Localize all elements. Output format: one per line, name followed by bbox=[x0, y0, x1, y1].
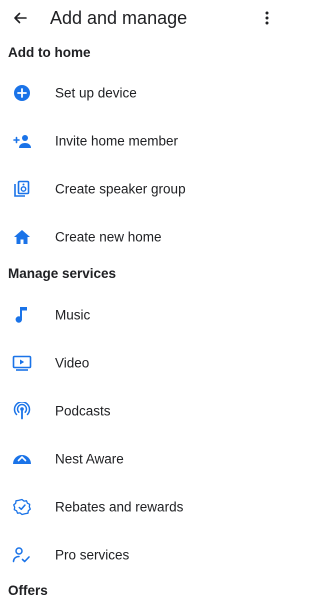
list-item-label: Invite home member bbox=[55, 133, 179, 149]
list-item-label: Music bbox=[55, 307, 91, 323]
back-button[interactable] bbox=[8, 6, 32, 30]
list-item-music[interactable]: Music bbox=[0, 297, 283, 333]
list-item-set-up-device[interactable]: Set up device bbox=[0, 75, 283, 111]
more-vert-icon bbox=[265, 11, 269, 25]
section-header-offers: Offers bbox=[8, 583, 48, 598]
add-circle-icon bbox=[12, 83, 32, 103]
top-app-bar: Add and manage bbox=[0, 0, 283, 36]
pro-services-icon bbox=[12, 545, 32, 565]
nest-aware-icon bbox=[12, 449, 32, 469]
list-item-invite-home-member[interactable]: Invite home member bbox=[0, 123, 283, 159]
speaker-group-icon bbox=[12, 179, 32, 199]
back-arrow-icon bbox=[14, 12, 27, 24]
list-item-label: Set up device bbox=[55, 85, 137, 101]
list-item-create-speaker-group[interactable]: Create speaker group bbox=[0, 171, 283, 207]
list-item-label: Nest Aware bbox=[55, 451, 124, 467]
video-icon bbox=[12, 353, 32, 373]
section-header-add-to-home: Add to home bbox=[8, 45, 91, 60]
list-item-pro-services[interactable]: Pro services bbox=[0, 537, 283, 573]
person-add-icon bbox=[12, 131, 32, 151]
rebates-icon bbox=[12, 497, 32, 517]
list-item-video[interactable]: Video bbox=[0, 345, 283, 381]
podcast-icon bbox=[12, 401, 32, 421]
list-item-label: Create speaker group bbox=[55, 181, 186, 197]
list-item-podcasts[interactable]: Podcasts bbox=[0, 393, 283, 429]
list-item-rebates-and-rewards[interactable]: Rebates and rewards bbox=[0, 489, 283, 525]
list-item-label: Video bbox=[55, 355, 90, 371]
list-item-create-new-home[interactable]: Create new home bbox=[0, 219, 283, 255]
section-header-manage-services: Manage services bbox=[8, 266, 117, 281]
list-item-nest-aware[interactable]: Nest Aware bbox=[0, 441, 283, 477]
page-title: Add and manage bbox=[50, 8, 188, 28]
list-item-label: Create new home bbox=[55, 229, 162, 245]
list-item-label: Pro services bbox=[55, 547, 130, 563]
home-icon bbox=[12, 227, 32, 247]
music-note-icon bbox=[12, 305, 32, 325]
more-options-button[interactable] bbox=[259, 6, 275, 30]
list-item-label: Podcasts bbox=[55, 403, 111, 419]
list-item-label: Rebates and rewards bbox=[55, 499, 184, 515]
